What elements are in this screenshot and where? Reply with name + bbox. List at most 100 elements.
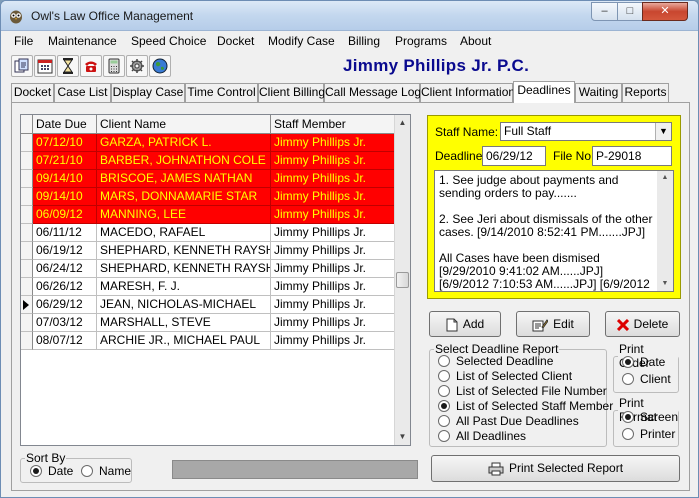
table-cell-date[interactable]: 06/11/12 <box>33 224 97 242</box>
scroll-up-icon[interactable]: ▲ <box>657 171 673 185</box>
menu-modify-case[interactable]: Modify Case <box>268 34 335 48</box>
table-row[interactable]: 06/11/12 MACEDO, RAFAEL Jimmy Phillips Jr. <box>21 224 395 242</box>
table-cell-date[interactable]: 08/07/12 <box>33 332 97 350</box>
table-cell-date[interactable]: 06/24/12 <box>33 260 97 278</box>
tab-case-list[interactable]: Case List <box>54 83 111 102</box>
row-selector[interactable] <box>21 134 33 152</box>
phone-icon[interactable] <box>80 55 102 77</box>
tab-client-information[interactable]: Client Information <box>420 83 515 102</box>
scroll-up-icon[interactable]: ▲ <box>395 115 410 131</box>
delete-button[interactable]: Delete <box>605 311 680 337</box>
table-cell-client[interactable]: MACEDO, RAFAEL <box>97 224 271 242</box>
radio-button[interactable] <box>81 465 93 477</box>
radio-button[interactable] <box>438 430 450 442</box>
table-cell-staff[interactable]: Jimmy Phillips Jr. <box>271 152 395 170</box>
table-cell-client[interactable]: ARCHIE JR., MICHAEL PAUL <box>97 332 271 350</box>
menu-speed-choice[interactable]: Speed Choice <box>131 34 206 48</box>
table-cell-date[interactable]: 06/19/12 <box>33 242 97 260</box>
table-cell-staff[interactable]: Jimmy Phillips Jr. <box>271 332 395 350</box>
row-selector[interactable] <box>21 314 33 332</box>
files-icon[interactable] <box>11 55 33 77</box>
table-cell-staff[interactable]: Jimmy Phillips Jr. <box>271 134 395 152</box>
table-row[interactable]: 06/09/12 MANNING, LEE Jimmy Phillips Jr. <box>21 206 395 224</box>
table-cell-client[interactable]: MARS, DONNAMARIE STAR <box>97 188 271 206</box>
menu-programs[interactable]: Programs <box>395 34 447 48</box>
radio-button[interactable] <box>438 400 450 412</box>
edit-button[interactable]: Edit <box>516 311 590 337</box>
deadline-notes-textarea[interactable]: 1. See judge about payments and sending … <box>434 170 674 292</box>
table-cell-date[interactable]: 07/12/10 <box>33 134 97 152</box>
row-selector[interactable] <box>21 260 33 278</box>
close-button[interactable]: ✕ <box>642 2 688 21</box>
table-row[interactable]: 08/07/12 ARCHIE JR., MICHAEL PAUL Jimmy Ph… <box>21 332 395 350</box>
radio-button[interactable] <box>622 356 634 368</box>
menu-maintenance[interactable]: Maintenance <box>48 34 117 48</box>
radio-button[interactable] <box>438 355 450 367</box>
table-cell-client[interactable]: JEAN, NICHOLAS-MICHAEL <box>97 296 271 314</box>
row-selector[interactable] <box>21 152 33 170</box>
scroll-down-icon[interactable]: ▼ <box>657 277 673 291</box>
table-cell-staff[interactable]: Jimmy Phillips Jr. <box>271 260 395 278</box>
table-row[interactable]: 06/19/12 SHEPHARD, KENNETH RAYSHAV Jimmy P… <box>21 242 395 260</box>
row-selector[interactable] <box>21 188 33 206</box>
table-cell-client[interactable]: GARZA, PATRICK L. <box>97 134 271 152</box>
table-row[interactable]: 07/12/10 GARZA, PATRICK L. Jimmy Phillips … <box>21 134 395 152</box>
table-cell-staff[interactable]: Jimmy Phillips Jr. <box>271 224 395 242</box>
table-cell-date[interactable]: 07/21/10 <box>33 152 97 170</box>
grid-scrollbar[interactable]: ▲ ▼ <box>394 115 410 445</box>
table-cell-client[interactable]: SHEPHARD, KENNETH RAYSHAV <box>97 260 271 278</box>
table-cell-staff[interactable]: Jimmy Phillips Jr. <box>271 242 395 260</box>
file-no-field[interactable]: P-29018 <box>592 146 672 166</box>
menu-docket[interactable]: Docket <box>217 34 254 48</box>
calculator-icon[interactable] <box>103 55 125 77</box>
title-bar[interactable]: Owl's Law Office Management – □ ✕ <box>1 1 698 31</box>
tab-display-case[interactable]: Display Case <box>111 83 185 102</box>
tab-client-billing[interactable]: Client Billing <box>258 83 325 102</box>
deadlines-grid[interactable]: Date Due Client Name Staff Member 07/12/… <box>20 114 411 446</box>
row-selector[interactable] <box>21 242 33 260</box>
maximize-button[interactable]: □ <box>617 2 643 21</box>
row-selector[interactable] <box>21 206 33 224</box>
menu-about[interactable]: About <box>460 34 491 48</box>
tab-deadlines[interactable]: Deadlines <box>513 81 575 103</box>
table-cell-date[interactable]: 06/09/12 <box>33 206 97 224</box>
table-row[interactable]: 07/03/12 MARSHALL, STEVE Jimmy Phillips Jr… <box>21 314 395 332</box>
table-row[interactable]: 06/26/12 MARESH, F. J. Jimmy Phillips Jr. <box>21 278 395 296</box>
table-cell-staff[interactable]: Jimmy Phillips Jr. <box>271 206 395 224</box>
settings-icon[interactable] <box>126 55 148 77</box>
radio-button[interactable] <box>622 411 634 423</box>
row-selector[interactable] <box>21 170 33 188</box>
table-cell-client[interactable]: MARESH, F. J. <box>97 278 271 296</box>
table-cell-client[interactable]: BARBER, JOHNATHON COLE <box>97 152 271 170</box>
tab-reports[interactable]: Reports <box>622 83 669 102</box>
column-header-client-name[interactable]: Client Name <box>97 115 271 134</box>
table-row[interactable]: 09/14/10 BRISCOE, JAMES NATHAN Jimmy Phill… <box>21 170 395 188</box>
radio-button[interactable] <box>438 370 450 382</box>
print-selected-report-button[interactable]: Print Selected Report <box>431 455 680 482</box>
row-selector[interactable] <box>21 332 33 350</box>
row-selector[interactable] <box>21 278 33 296</box>
chevron-down-icon[interactable]: ▼ <box>655 123 671 140</box>
minimize-button[interactable]: – <box>591 2 618 21</box>
table-cell-date[interactable]: 06/26/12 <box>33 278 97 296</box>
table-cell-date[interactable]: 09/14/10 <box>33 170 97 188</box>
tab-waiting[interactable]: Waiting <box>575 83 622 102</box>
staff-name-select[interactable]: Full Staff ▼ <box>500 122 672 141</box>
notes-scrollbar[interactable]: ▲ ▼ <box>657 171 673 291</box>
row-selector[interactable] <box>21 224 33 242</box>
radio-button[interactable] <box>622 373 634 385</box>
column-header-staff-member[interactable]: Staff Member <box>271 115 395 134</box>
table-cell-staff[interactable]: Jimmy Phillips Jr. <box>271 278 395 296</box>
table-row[interactable]: 09/14/10 MARS, DONNAMARIE STAR Jimmy Phill… <box>21 188 395 206</box>
table-cell-staff[interactable]: Jimmy Phillips Jr. <box>271 314 395 332</box>
table-cell-date[interactable]: 07/03/12 <box>33 314 97 332</box>
column-header-date-due[interactable]: Date Due <box>33 115 97 134</box>
calendar-icon[interactable] <box>34 55 56 77</box>
tab-time-control[interactable]: Time Control <box>185 83 258 102</box>
row-selector[interactable] <box>21 296 33 314</box>
tab-docket[interactable]: Docket <box>11 83 54 102</box>
radio-button[interactable] <box>622 428 634 440</box>
hourglass-icon[interactable] <box>57 55 79 77</box>
table-cell-staff[interactable]: Jimmy Phillips Jr. <box>271 296 395 314</box>
radio-button[interactable] <box>438 415 450 427</box>
